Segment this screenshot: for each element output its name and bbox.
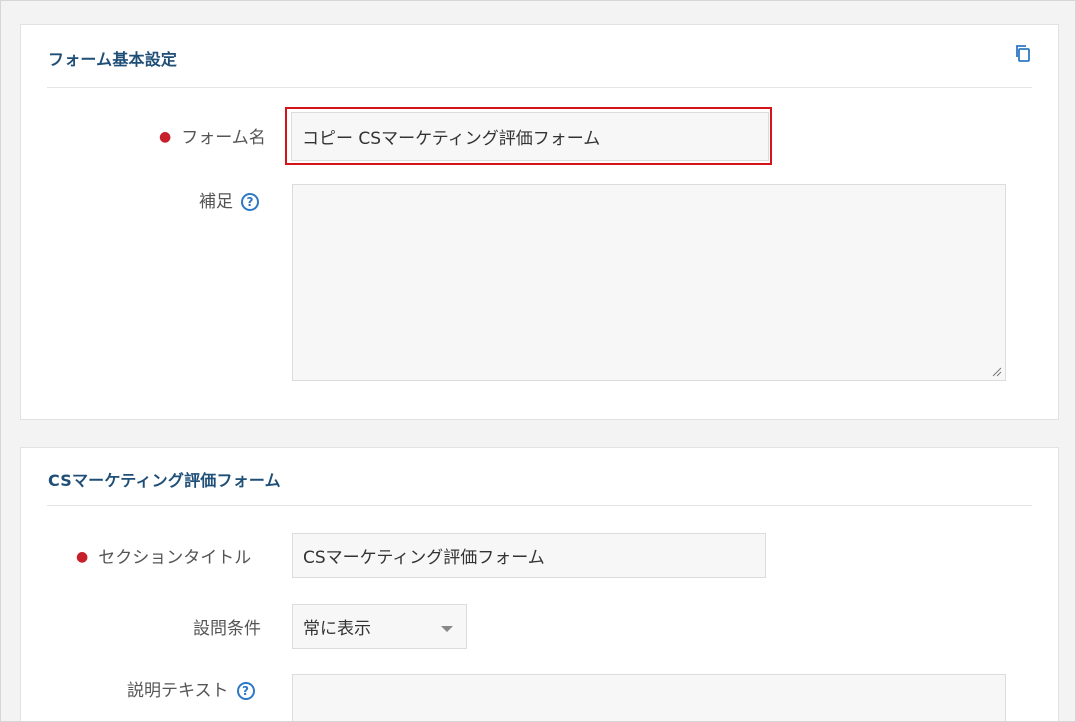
required-dot: ● <box>76 549 89 565</box>
question-condition-select[interactable]: 常に表示 <box>292 604 467 649</box>
section-title-input[interactable]: CSマーケティング評価フォーム <box>292 533 766 578</box>
description-textarea[interactable] <box>292 674 1006 721</box>
chevron-down-icon <box>441 626 453 632</box>
form-name-label: ● フォーム名 <box>159 128 266 148</box>
form-name-value: コピー CSマーケティング評価フォーム <box>302 129 601 149</box>
question-circle-icon[interactable]: ? <box>241 193 259 211</box>
divider <box>47 505 1032 506</box>
divider <box>47 87 1032 88</box>
card-title-section: CSマーケティング評価フォーム <box>48 471 281 490</box>
supplement-textarea[interactable] <box>292 184 1006 381</box>
page-frame: フォーム基本設定 ● フォーム名 コピー CSマーケティング評価フォーム 補足? … <box>0 0 1076 722</box>
form-basic-settings-card: フォーム基本設定 ● フォーム名 コピー CSマーケティング評価フォーム 補足? <box>20 24 1059 420</box>
question-condition-label: 設問条件 <box>193 619 261 639</box>
section-title-label: ● セクションタイトル <box>76 548 252 568</box>
form-name-input[interactable]: コピー CSマーケティング評価フォーム <box>291 112 769 161</box>
description-label: 説明テキスト? <box>127 676 255 701</box>
card-title-basic-settings: フォーム基本設定 <box>48 50 178 69</box>
copy-icon[interactable] <box>1014 44 1032 62</box>
required-dot: ● <box>159 129 172 145</box>
supplement-label: 補足? <box>199 187 259 212</box>
section-card: CSマーケティング評価フォーム ● セクションタイトル CSマーケティング評価フォ… <box>20 447 1059 721</box>
resize-grip-icon[interactable] <box>992 367 1002 377</box>
question-circle-icon[interactable]: ? <box>236 682 255 700</box>
